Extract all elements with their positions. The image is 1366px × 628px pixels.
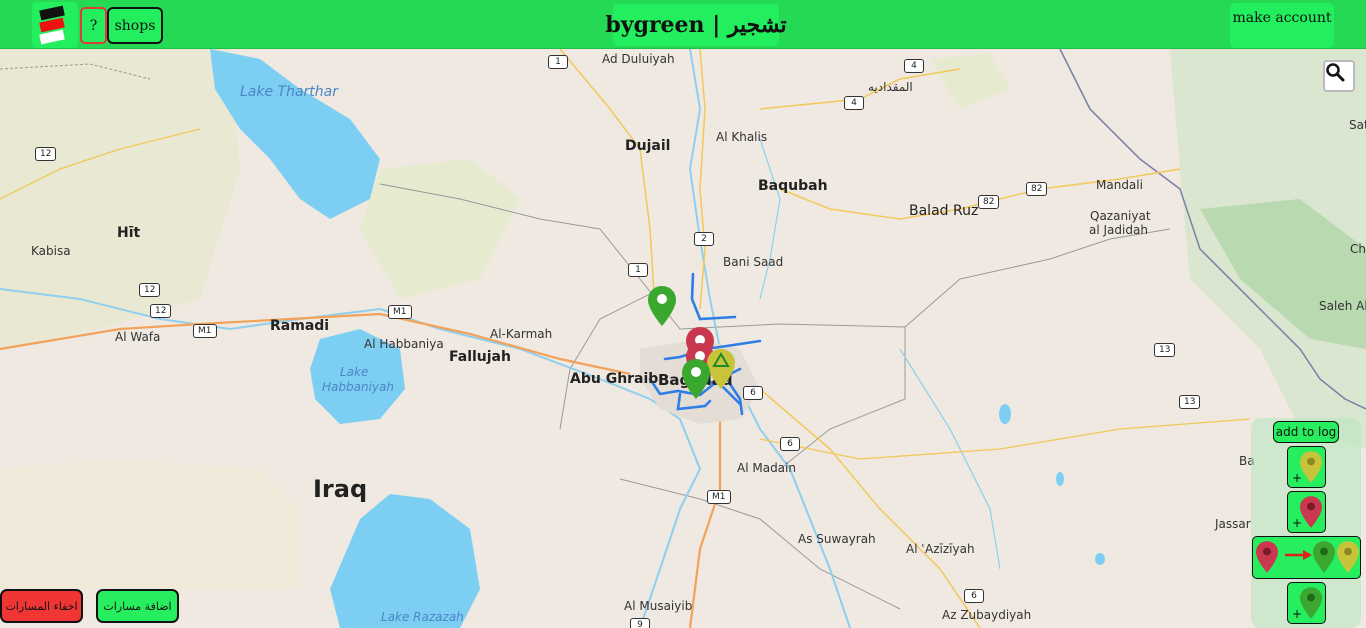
- place-label: Saleh Ab: [1319, 299, 1366, 313]
- place-label: Hīt: [117, 225, 141, 241]
- make-account-button[interactable]: make account: [1230, 3, 1334, 48]
- road-shield: 6: [743, 386, 763, 400]
- road-shield: 12: [150, 304, 172, 318]
- hide-routes-button[interactable]: اخفاء المسارات: [0, 589, 83, 623]
- road-shield: 82: [978, 195, 1000, 209]
- green-marker-icon[interactable]: [648, 286, 676, 326]
- road-shield: 12: [139, 283, 161, 297]
- green-marker-icon[interactable]: [682, 359, 710, 399]
- road-shield: M1: [707, 490, 731, 504]
- road-shield: 6: [780, 437, 800, 451]
- search-button[interactable]: [1323, 60, 1355, 92]
- place-label: Bani Saad: [723, 255, 784, 269]
- log-convert-marker-button[interactable]: [1252, 536, 1361, 579]
- place-label: al Jadidah: [1089, 223, 1148, 237]
- road-shield: 1: [548, 55, 568, 69]
- road-shield: 1: [628, 263, 648, 277]
- place-label: Al ʿAzīzīyah: [906, 542, 975, 556]
- brand-title: bygreen | تشجير: [605, 4, 787, 46]
- log-yellow-marker-button[interactable]: +: [1287, 446, 1326, 488]
- red-arrow-icon: [1285, 550, 1312, 560]
- place-label: Sat: [1349, 118, 1366, 132]
- log-green-marker-button[interactable]: +: [1287, 582, 1326, 624]
- place-label: Lake Tharthar: [240, 84, 339, 100]
- logo-stripes-icon[interactable]: [32, 2, 78, 48]
- add-routes-button[interactable]: اضافة مسارات: [96, 589, 179, 623]
- add-to-log-button[interactable]: add to log: [1273, 421, 1339, 443]
- place-label: Mandali: [1096, 178, 1143, 192]
- road-shield: 4: [844, 96, 864, 110]
- place-label: Al Khalis: [716, 130, 768, 144]
- place-label: Lake Razazah: [381, 610, 464, 624]
- log-panel: add to log + + +: [1251, 418, 1361, 628]
- log-red-marker-button[interactable]: +: [1287, 491, 1326, 533]
- place-label: Abu Ghraib: [570, 371, 659, 387]
- map-base: [0, 49, 1366, 628]
- green-marker-icon: [1313, 541, 1335, 573]
- place-label: Habbaniyah: [322, 380, 394, 394]
- road-shield: 13: [1154, 343, 1176, 357]
- place-label: Al Musaiyib: [624, 599, 693, 613]
- road-shield: 13: [1179, 395, 1201, 409]
- place-label: Cha: [1350, 242, 1366, 256]
- road-shield: M1: [388, 305, 412, 319]
- place-label: Qazaniyat: [1090, 209, 1151, 223]
- road-shield: 2: [694, 232, 714, 246]
- place-label: As Suwayrah: [798, 532, 876, 546]
- place-label: Iraq: [313, 475, 368, 503]
- place-label: Ad Duluiyah: [602, 52, 675, 66]
- place-label: المقداديه: [868, 80, 913, 94]
- map-canvas[interactable]: 1 4 4 12 82 82 2 1 12 12 M1 M1 6 13 13 6…: [0, 49, 1366, 628]
- road-shield: 4: [904, 59, 924, 73]
- road-shield: 12: [35, 147, 57, 161]
- place-label: Lake: [340, 365, 369, 379]
- place-label: Az Zubaydiyah: [942, 608, 1032, 622]
- search-icon: [1326, 63, 1345, 82]
- place-label: Jassar: [1215, 517, 1251, 531]
- road-shield: 6: [964, 589, 984, 603]
- red-marker-icon: [1256, 541, 1278, 573]
- green-marker-icon: [1300, 587, 1322, 619]
- road-shield: 9: [630, 618, 650, 628]
- place-label: Al-Karmah: [490, 327, 553, 341]
- place-label: Baqubah: [758, 178, 828, 194]
- place-label: Fallujah: [449, 349, 511, 365]
- red-marker-icon: [1300, 496, 1322, 528]
- road-shield: M1: [193, 324, 217, 338]
- shops-button[interactable]: shops: [107, 7, 163, 44]
- place-label: Balad Ruz: [909, 203, 979, 219]
- place-label: Kabisa: [31, 244, 71, 258]
- yellow-marker-icon: [1337, 541, 1359, 573]
- help-button[interactable]: ?: [80, 7, 107, 44]
- place-label: Al Habbaniya: [364, 337, 444, 351]
- yellow-marker-icon: [1300, 451, 1322, 483]
- place-label: Al Wafa: [115, 330, 161, 344]
- place-label: Ramadi: [270, 318, 330, 334]
- place-label: Al Madain: [737, 461, 796, 475]
- road-shield: 82: [1026, 182, 1048, 196]
- place-label: Dujail: [625, 138, 671, 154]
- yellow-marker-icon[interactable]: [707, 349, 735, 389]
- top-bar: ? shops bygreen | تشجير make account: [0, 0, 1366, 49]
